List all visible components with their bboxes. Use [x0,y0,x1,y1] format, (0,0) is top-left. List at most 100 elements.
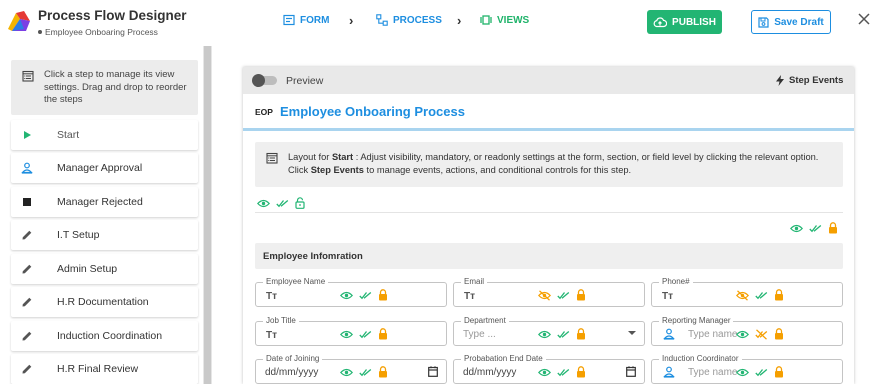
eye-icon[interactable] [538,368,551,377]
field-department[interactable]: Department Type ... [453,316,645,346]
lock-icon[interactable] [774,289,784,301]
eye-icon[interactable] [340,330,353,339]
field-controls [340,328,388,340]
double-check-icon[interactable] [557,330,570,339]
lock-icon[interactable] [378,366,388,378]
field-email[interactable]: Email Tт [453,277,645,307]
eye-icon[interactable] [257,199,270,208]
field-controls [538,366,586,378]
double-check-icon[interactable] [359,330,372,339]
form-title: Employee Onboaring Process [280,104,465,119]
double-check-icon[interactable] [809,224,822,233]
lock-icon[interactable] [576,289,586,301]
lock-icon[interactable] [774,366,784,378]
calendar-icon[interactable] [428,366,438,377]
divider [255,212,843,213]
eye-icon[interactable] [736,330,749,339]
section-header: Employee Infomration [255,243,843,269]
app-title: Process Flow Designer [38,8,187,23]
eye-off-icon[interactable] [538,289,551,301]
field-label: Employee Name [263,277,329,287]
step-process-label: PROCESS [393,14,442,26]
close-icon[interactable] [857,12,871,26]
step-form-label: FORM [300,14,330,26]
save-draft-button[interactable]: Save Draft [751,10,831,34]
scrollbar-thumb[interactable] [204,46,211,384]
lock-icon[interactable] [378,328,388,340]
field-induction-coordinator[interactable]: Induction Coordinator Type name [651,354,843,384]
toggle-knob [252,74,265,87]
sidebar-item-hr-final-review[interactable]: H.R Final Review [11,354,198,384]
lock-icon[interactable] [576,366,586,378]
eye-icon[interactable] [340,368,353,377]
note-text: to manage events, actions, and condition… [363,165,632,175]
sidebar-item-label: Manager Approval [57,162,143,174]
person-icon [663,328,675,340]
eye-icon[interactable] [340,291,353,300]
field-placeholder: Type ... [463,329,496,340]
double-check-icon[interactable] [276,199,289,208]
field-controls [538,289,586,301]
lock-icon[interactable] [774,328,784,340]
lock-icon[interactable] [576,328,586,340]
eye-off-icon[interactable] [736,289,749,301]
checklist-icon [22,70,34,82]
lightning-icon [776,75,784,86]
field-reporting-manager[interactable]: Reporting Manager Type name [651,316,843,346]
field-job-title[interactable]: Job Title Tт [255,316,447,346]
double-check-icon[interactable] [359,368,372,377]
field-phone[interactable]: Phone# Tт [651,277,843,307]
double-check-icon[interactable] [755,291,768,300]
pencil-icon [21,330,51,342]
process-name-text: Employee Onboaring Process [45,27,158,37]
save-icon [758,16,769,28]
text-type-icon: Tт [266,330,278,341]
step-form[interactable]: FORM [283,14,329,26]
double-check-icon[interactable] [359,291,372,300]
sidebar-item-it-setup[interactable]: I.T Setup [11,220,198,250]
lock-icon[interactable] [828,222,838,234]
sidebar-item-manager-approval[interactable]: Manager Approval [11,153,198,183]
sidebar-item-induction-coordination[interactable]: Induction Coordination [11,321,198,351]
sidebar-scrollbar[interactable] [203,46,212,384]
step-views[interactable]: VIEWS [480,14,529,26]
double-check-off-icon[interactable] [755,328,768,340]
field-label: Probabation End Date [461,354,546,364]
views-icon [480,14,492,26]
double-check-icon[interactable] [755,368,768,377]
step-events-button[interactable]: Step Events [776,75,843,86]
save-draft-label: Save Draft [774,16,824,28]
lock-open-icon[interactable] [295,197,305,209]
process-name: Employee Onboaring Process [38,27,158,37]
form-code: EOP [255,107,273,117]
eye-icon[interactable] [538,330,551,339]
section-level-controls [790,222,838,234]
checklist-icon [266,152,278,164]
sidebar-item-hr-documentation[interactable]: H.R Documentation [11,287,198,317]
form-level-controls [257,197,305,209]
eye-icon[interactable] [736,368,749,377]
publish-button[interactable]: PUBLISH [647,10,722,34]
field-date-of-joining[interactable]: Date of Joining dd/mm/yyyy [255,354,447,384]
calendar-icon[interactable] [626,366,636,377]
cloud-upload-icon [653,16,668,28]
field-probation-end-date[interactable]: Probabation End Date dd/mm/yyyy [453,354,645,384]
pencil-icon [21,363,51,375]
field-value: dd/mm/yyyy [265,367,319,378]
field-employee-name[interactable]: Employee Name Tт [255,277,447,307]
field-label: Department [461,316,509,326]
pencil-icon [21,296,51,308]
sidebar-item-manager-rejected[interactable]: Manager Rejected [11,187,198,217]
preview-label: Preview [286,75,324,87]
sidebar-item-admin-setup[interactable]: Admin Setup [11,254,198,284]
double-check-icon[interactable] [557,291,570,300]
lock-icon[interactable] [378,289,388,301]
dropdown-arrow-icon[interactable] [628,330,636,336]
double-check-icon[interactable] [557,368,570,377]
preview-toggle[interactable] [252,74,277,87]
preview-bar: Preview Step Events [243,67,854,94]
sidebar-item-start[interactable]: Start [11,120,198,150]
eye-icon[interactable] [790,224,803,233]
chevron-right-icon: › [349,13,354,28]
step-process[interactable]: PROCESS [376,14,442,26]
